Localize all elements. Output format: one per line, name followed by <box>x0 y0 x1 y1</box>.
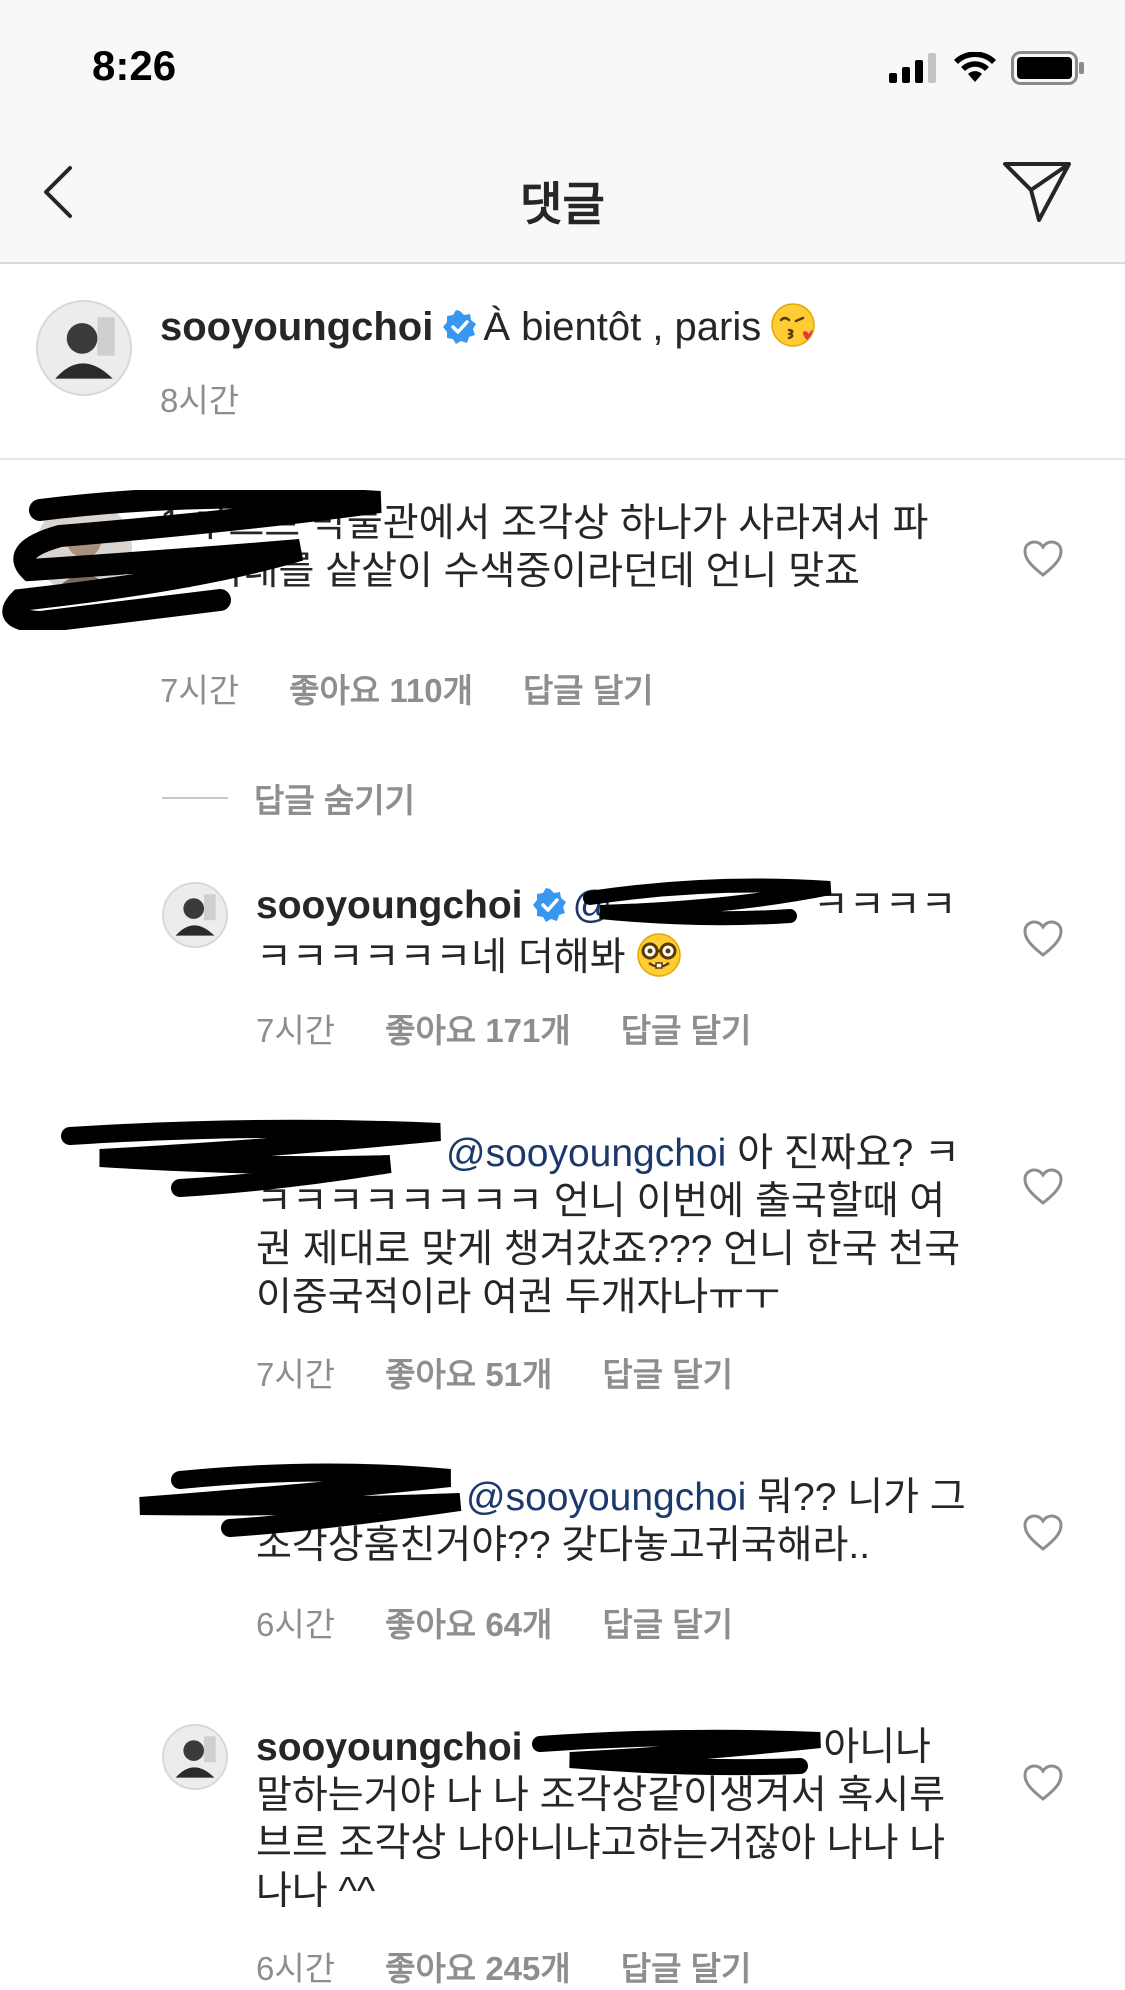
like-heart-icon[interactable] <box>1023 1764 1063 1802</box>
reply-button[interactable]: 답글 달기 <box>602 1598 733 1646</box>
reply-text: sooyoungchoi 아니나 말하는거야 나 나 조각상같이생겨서 혹시루브… <box>256 1724 976 1916</box>
caption-text: sooyoungchoi À bientôt , paris <box>160 300 1060 351</box>
reply-text: @sooyoungchoi 아 진짜요? ㅋㅋㅋㅋㅋㅋㅋㅋㅋ 언니 이번에 출국… <box>256 1130 976 1322</box>
battery-icon <box>1011 51 1084 85</box>
reply-meta: 6시간 좋아요 245개 답글 달기 <box>256 1942 751 1990</box>
reply-meta: 6시간 좋아요 64개 답글 달기 <box>256 1598 733 1646</box>
likes-count[interactable]: 좋아요 51개 <box>385 1348 552 1396</box>
like-heart-icon[interactable] <box>1023 1514 1063 1552</box>
hide-replies-button[interactable]: 답글 숨기기 <box>162 774 415 822</box>
like-heart-icon[interactable] <box>1023 540 1063 578</box>
avatar[interactable] <box>36 500 132 596</box>
reply-button[interactable]: 답글 달기 <box>523 664 654 712</box>
mention-link[interactable]: @sooyoungchoi <box>446 1132 726 1175</box>
reply-button[interactable]: 답글 달기 <box>621 1004 752 1052</box>
reply-button[interactable]: 답글 달기 <box>621 1942 752 1990</box>
hide-replies-label: 답글 숨기기 <box>254 782 415 819</box>
status-icons <box>889 48 1085 88</box>
avatar[interactable] <box>162 1724 228 1790</box>
wifi-icon <box>954 52 996 82</box>
reply-meta: 7시간 좋아요 171개 답글 달기 <box>256 1004 751 1052</box>
caption-body: À bientôt , paris <box>483 305 762 349</box>
reply-button[interactable]: 답글 달기 <box>602 1348 733 1396</box>
reply-username[interactable]: sooyoungchoi <box>256 1726 523 1769</box>
reply-time: 6시간 <box>256 1606 336 1643</box>
reply-meta: 7시간 좋아요 51개 답글 달기 <box>256 1348 733 1396</box>
cellular-signal-icon <box>889 53 936 83</box>
nav-bar: 댓글 <box>0 120 1125 264</box>
like-heart-icon[interactable] <box>1023 1168 1063 1206</box>
comment-meta: 7시간 좋아요 110개 답글 달기 <box>160 664 654 712</box>
likes-count[interactable]: 좋아요 245개 <box>385 1942 571 1990</box>
like-heart-icon[interactable] <box>1023 920 1063 958</box>
reply-time: 6시간 <box>256 1950 336 1987</box>
reply-text: sooyoungchoi @ ㅋㅋㅋㅋㅋㅋㅋㅋㅋㅋ네 더해봐 <box>256 882 976 982</box>
likes-count[interactable]: 좋아요 110개 <box>289 664 473 712</box>
status-time: 8:26 <box>92 42 177 89</box>
avatar-image <box>38 302 130 394</box>
page-title: 댓글 <box>520 178 605 230</box>
reply-text: @sooyoungchoi 뭐?? 니가 그조각상훔친거야?? 갖다놓고귀국해라… <box>256 1474 976 1570</box>
comment-body: 1 루브르 박물관에서 조각상 하나가 사라져서 파리 시내를 샅샅이 수색중이… <box>160 502 929 593</box>
nerd-face-icon <box>636 933 681 977</box>
caption-meta: 8시간 <box>160 374 239 422</box>
likes-count[interactable]: 좋아요 64개 <box>385 1598 552 1646</box>
reply-username[interactable]: sooyoungchoi <box>256 884 523 927</box>
caption: sooyoungchoi À bientôt , paris 8시간 <box>0 264 1125 460</box>
status-bar: 8:26 <box>0 0 1125 120</box>
verified-badge-icon <box>443 310 477 344</box>
caption-time: 8시간 <box>160 382 240 419</box>
avatar[interactable] <box>36 300 132 396</box>
kissing-face-with-heart-icon <box>771 303 816 347</box>
divider-line <box>162 797 228 799</box>
direct-send-icon[interactable] <box>1001 160 1073 224</box>
avatar[interactable] <box>162 882 228 948</box>
avatar-image <box>164 1726 226 1788</box>
mention-link[interactable]: @ <box>573 884 613 927</box>
comment-text: 1 루브르 박물관에서 조각상 하나가 사라져서 파리 시내를 샅샅이 수색중이… <box>160 500 960 596</box>
avatar-image <box>38 502 130 594</box>
reply-time: 7시간 <box>256 1356 336 1393</box>
comment-time: 7시간 <box>160 672 240 709</box>
verified-badge-icon <box>532 888 566 922</box>
mention-link[interactable]: @sooyoungchoi <box>466 1476 746 1519</box>
avatar-image <box>164 884 226 946</box>
reply-time: 7시간 <box>256 1012 336 1049</box>
likes-count[interactable]: 좋아요 171개 <box>385 1004 571 1052</box>
caption-username[interactable]: sooyoungchoi <box>160 305 433 349</box>
